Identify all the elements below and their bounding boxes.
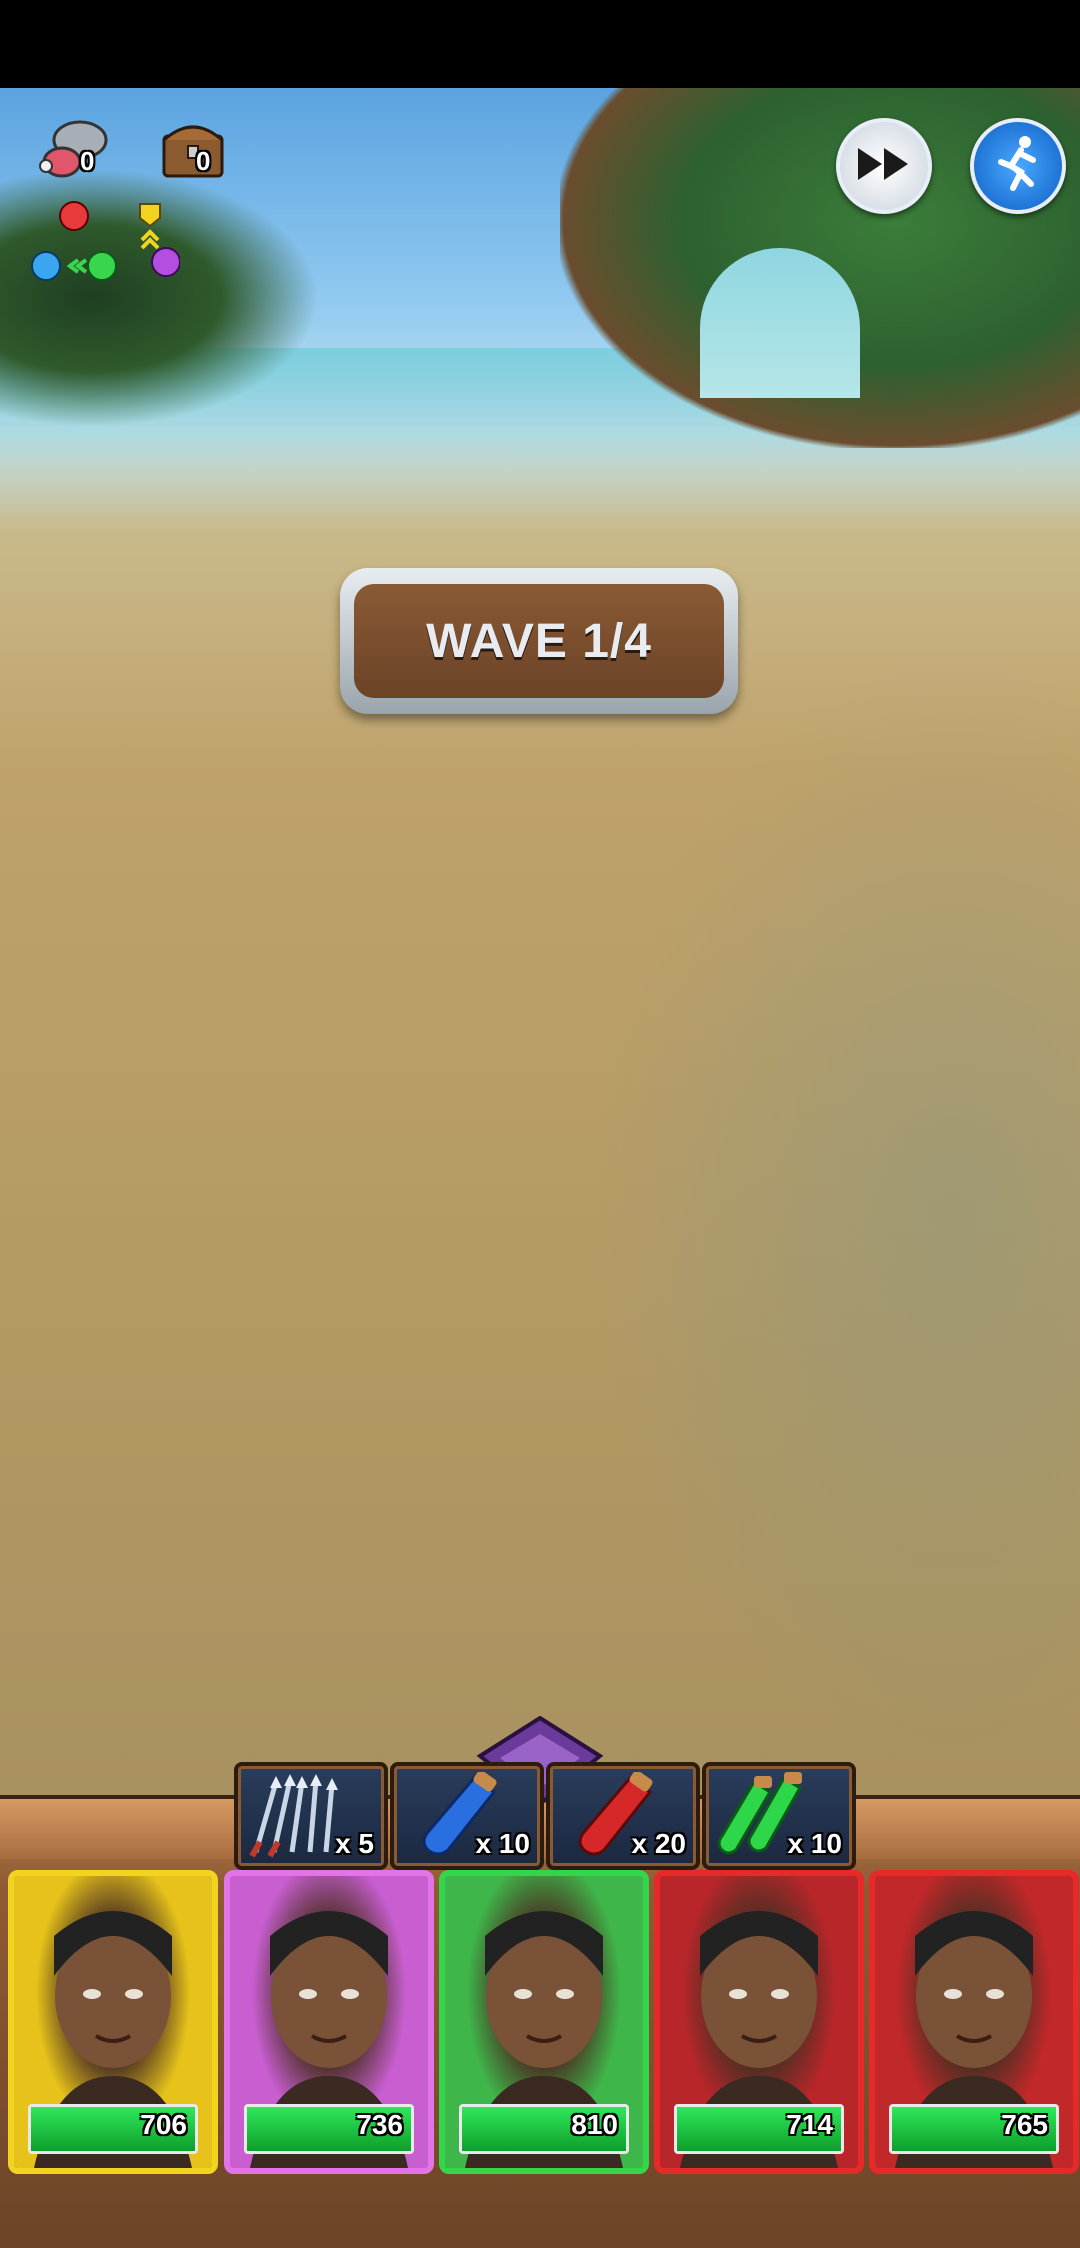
item-count-arrows: x 5 xyxy=(335,1828,374,1859)
item-slot-green-potions[interactable]: x 10 xyxy=(702,1762,856,1870)
arrows-icon xyxy=(246,1772,346,1862)
hero-card[interactable]: 706 xyxy=(8,1870,218,2174)
hero-card[interactable]: 714 xyxy=(654,1870,864,2174)
item-count-green-potions: x 10 xyxy=(787,1828,843,1859)
buff-icons xyxy=(30,196,181,286)
fast-forward-button[interactable] xyxy=(836,118,932,214)
battlefield xyxy=(0,88,1080,1800)
hp-bar: 810 xyxy=(459,2104,629,2154)
item-slot-arrows[interactable]: x 5 xyxy=(234,1762,388,1870)
running-man-icon xyxy=(991,134,1045,198)
status-bar xyxy=(0,0,1080,88)
fast-forward-icon xyxy=(854,144,914,188)
hp-value: 736 xyxy=(356,2109,403,2140)
shoreline-water xyxy=(560,608,1080,1800)
wave-label: WAVE 1/4 xyxy=(426,614,652,668)
hp-value: 765 xyxy=(1001,2109,1048,2140)
hp-value: 706 xyxy=(140,2109,187,2140)
rock-arch xyxy=(700,248,860,398)
chest-count: 0 xyxy=(196,146,211,176)
wave-banner-plate: WAVE 1/4 xyxy=(354,584,724,698)
hero-card[interactable]: 765 xyxy=(869,1870,1079,2174)
hero-card[interactable]: 736 xyxy=(224,1870,434,2174)
hp-value: 714 xyxy=(786,2109,833,2140)
item-count-red-potion: x 20 xyxy=(631,1828,687,1859)
item-count-blue-potion: x 10 xyxy=(475,1828,531,1859)
auto-battle-button[interactable] xyxy=(970,118,1066,214)
item-slot-blue-potion[interactable]: x 10 xyxy=(390,1762,544,1870)
hp-bar: 765 xyxy=(889,2104,1059,2154)
hp-bar: 714 xyxy=(674,2104,844,2154)
chest-icon xyxy=(158,116,228,182)
hp-bar: 736 xyxy=(244,2104,414,2154)
wave-banner: WAVE 1/4 xyxy=(340,568,738,714)
meat-count: 0 xyxy=(80,146,95,176)
item-slot-red-potion[interactable]: x 20 xyxy=(546,1762,700,1870)
meat-icon xyxy=(34,114,114,184)
hp-value: 810 xyxy=(571,2109,618,2140)
hp-bar: 706 xyxy=(28,2104,198,2154)
hero-card[interactable]: 810 xyxy=(439,1870,649,2174)
